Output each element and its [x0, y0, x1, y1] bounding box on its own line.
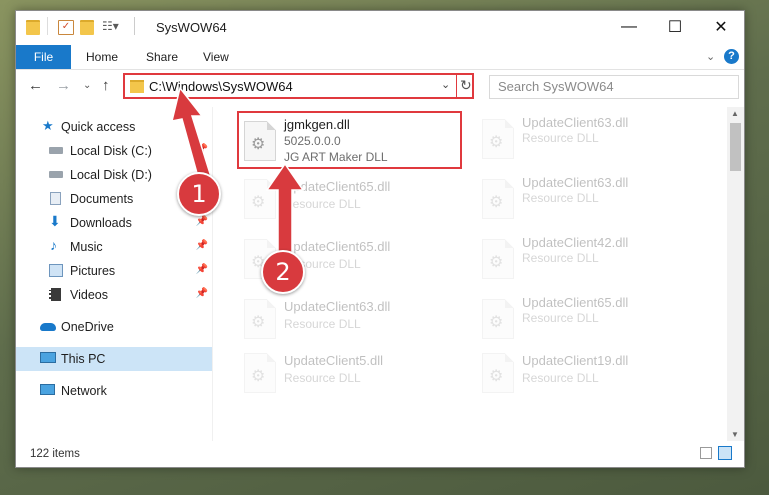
arrow-1-icon: [170, 86, 213, 185]
arrow-2-icon: [265, 162, 305, 257]
annotation-arrows: [170, 86, 305, 257]
step-1-badge: 1: [177, 172, 221, 216]
step-2-badge: 2: [261, 250, 305, 294]
